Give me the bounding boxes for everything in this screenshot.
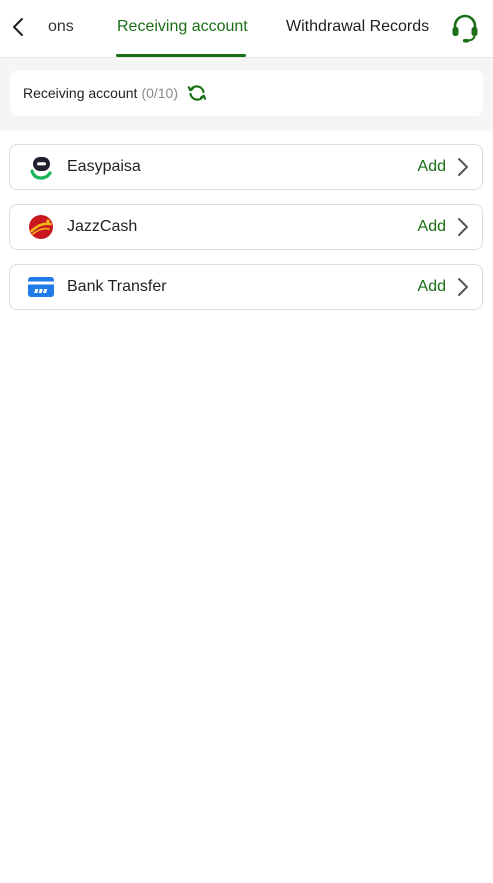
receiving-account-summary: Receiving account (0/10) (10, 70, 483, 116)
active-tab-indicator (116, 54, 246, 57)
add-easypaisa-button[interactable]: Add (418, 158, 446, 176)
method-row-easypaisa[interactable]: Easypaisa Add (9, 144, 483, 190)
method-row-jazzcash[interactable]: JazzCash Add (9, 204, 483, 250)
easypaisa-logo (27, 153, 55, 181)
add-bank-transfer-button[interactable]: Add (418, 278, 446, 296)
tab-strip: ons Receiving account Withdrawal Records (0, 0, 493, 57)
method-name: JazzCash (67, 218, 138, 235)
add-jazzcash-button[interactable]: Add (418, 218, 446, 236)
method-name: Bank Transfer (67, 278, 167, 295)
tab-transactions[interactable]: ons (48, 17, 74, 37)
method-row-bank-transfer[interactable]: Bank Transfer Add (9, 264, 483, 310)
refresh-icon (187, 85, 207, 101)
back-button[interactable] (4, 13, 32, 41)
tab-withdrawal-records[interactable]: Withdrawal Records (286, 17, 429, 37)
headset-icon (452, 14, 478, 43)
summary-label: Receiving account (23, 85, 138, 101)
refresh-button[interactable] (186, 82, 208, 104)
customer-support-button[interactable] (449, 12, 481, 44)
tab-receiving-account[interactable]: Receiving account (117, 17, 248, 37)
chevron-right-icon (456, 277, 470, 297)
chevron-right-icon (456, 217, 470, 237)
chevron-left-icon (13, 18, 23, 36)
payment-method-list: Easypaisa Add JazzCash Add Bank Transfer… (0, 131, 493, 310)
top-navigation-bar: ons Receiving account Withdrawal Records (0, 0, 493, 58)
summary-section: Receiving account (0/10) (0, 58, 493, 131)
chevron-right-icon (456, 157, 470, 177)
account-count: (0/10) (141, 85, 178, 101)
jazzcash-logo (27, 213, 55, 241)
bank-card-icon (27, 273, 55, 301)
method-name: Easypaisa (67, 158, 141, 175)
